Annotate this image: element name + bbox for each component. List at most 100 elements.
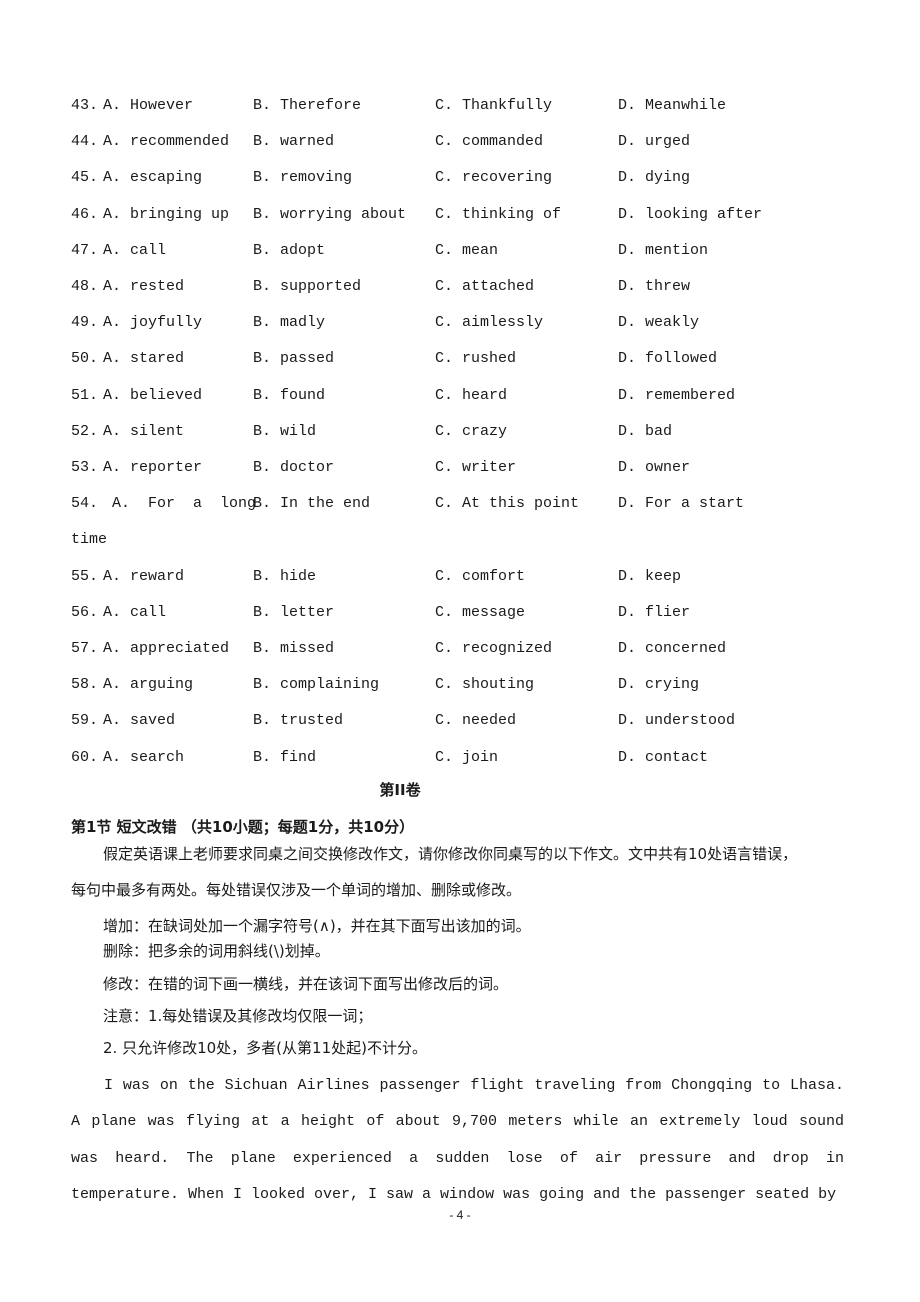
option-c: C. crazy [435, 423, 508, 440]
option-a: A. call [103, 604, 167, 621]
section-title: 第1节 短文改错 （共10小题；每题1分，共10分） [71, 818, 415, 836]
option-d: D. threw [618, 278, 691, 295]
option-a: A. silent [103, 423, 185, 440]
option-a: A. rested [103, 278, 185, 295]
option-c: C. join [435, 749, 499, 766]
option-d: D. urged [618, 133, 691, 150]
option-d: D. crying [618, 676, 700, 693]
question-number: 54. [71, 495, 99, 512]
instructions-intro-line1: 假定英语课上老师要求同桌之间交换修改作文，请你修改你同桌写的以下作文。文中共有1… [103, 845, 798, 863]
instructions-modify: 修改：在错的词下画一横线，并在该词下面写出修改后的词。 [103, 975, 509, 993]
option-d: D. contact [618, 749, 709, 766]
option-a: A. bringing up [103, 206, 230, 223]
volume-title: 第II卷 [379, 781, 421, 799]
option-d: D. followed [618, 350, 718, 367]
instructions-intro-line2: 每句中最多有两处。每处错误仅涉及一个单词的增加、删除或修改。 [71, 881, 522, 899]
option-c: C. mean [435, 242, 499, 259]
option-c: C. recovering [435, 169, 553, 186]
option-d: D. concerned [618, 640, 727, 657]
option-c: C. recognized [435, 640, 553, 657]
option-a: A. saved [103, 712, 176, 729]
option-b: B. doctor [253, 459, 335, 476]
option-c: C. needed [435, 712, 517, 729]
question-number: 58. [71, 676, 99, 693]
option-a: A. joyfully [103, 314, 203, 331]
option-a: A. stared [103, 350, 185, 367]
option-d: D. understood [618, 712, 736, 729]
option-c: C. Thankfully [435, 97, 553, 114]
option-c: C. thinking of [435, 206, 562, 223]
option-c: C. comfort [435, 568, 526, 585]
option-d: D. For a start [618, 495, 745, 512]
option-c: C. At this point [435, 495, 580, 512]
option-b: B. trusted [253, 712, 344, 729]
question-number: 55. [71, 568, 99, 585]
question-number: 53. [71, 459, 99, 476]
option-b: B. madly [253, 314, 326, 331]
option-a: A. appreciated [103, 640, 230, 657]
question-number: 48. [71, 278, 99, 295]
option-a-continuation: time [71, 531, 108, 548]
page-number: - 4 - [449, 1208, 471, 1222]
option-a: A. recommended [103, 133, 230, 150]
option-a: A. However [103, 97, 194, 114]
question-number: 56. [71, 604, 99, 621]
option-b: B. letter [253, 604, 335, 621]
option-b: B. worrying about [253, 206, 407, 223]
option-d: D. keep [618, 568, 682, 585]
option-b: B. removing [253, 169, 353, 186]
question-number: 49. [71, 314, 99, 331]
option-a: A. For a long [103, 495, 257, 512]
option-d: D. flier [618, 604, 691, 621]
option-d: D. looking after [618, 206, 763, 223]
instructions-note1: 注意：1.每处错误及其修改均仅限一词； [103, 1007, 373, 1025]
instructions-note2: 2. 只允许修改10处，多者(从第11处起)不计分。 [103, 1039, 427, 1057]
option-a: A. escaping [103, 169, 203, 186]
question-number: 45. [71, 169, 99, 186]
option-b: B. find [253, 749, 317, 766]
option-c: C. rushed [435, 350, 517, 367]
question-number: 47. [71, 242, 99, 259]
option-b: B. Therefore [253, 97, 362, 114]
document-page: 43. A. However B. Therefore C. Thankfully D.… [0, 0, 920, 1302]
option-c: C. heard [435, 387, 508, 404]
question-number: 43. [71, 97, 99, 114]
option-a: A. reward [103, 568, 185, 585]
question-number: 60. [71, 749, 99, 766]
option-a: A. arguing [103, 676, 194, 693]
option-b: B. found [253, 387, 326, 404]
option-d: D. owner [618, 459, 691, 476]
option-c: C. shouting [435, 676, 535, 693]
option-b: B. warned [253, 133, 335, 150]
option-b: B. wild [253, 423, 317, 440]
option-d: D. mention [618, 242, 709, 259]
option-a: A. search [103, 749, 185, 766]
option-d: D. remembered [618, 387, 736, 404]
option-b: B. missed [253, 640, 335, 657]
option-a: A. believed [103, 387, 203, 404]
option-b: B. supported [253, 278, 362, 295]
option-c: C. message [435, 604, 526, 621]
option-b: B. In the end [253, 495, 371, 512]
option-d: D. bad [618, 423, 673, 440]
question-number: 59. [71, 712, 99, 729]
question-number: 44. [71, 133, 99, 150]
option-d: D. Meanwhile [618, 97, 727, 114]
question-number: 51. [71, 387, 99, 404]
option-b: B. hide [253, 568, 317, 585]
option-c: C. aimlessly [435, 314, 544, 331]
option-b: B. passed [253, 350, 335, 367]
option-b: B. adopt [253, 242, 326, 259]
question-number: 46. [71, 206, 99, 223]
option-c: C. attached [435, 278, 535, 295]
option-c: C. commanded [435, 133, 544, 150]
question-number: 50. [71, 350, 99, 367]
instructions-delete: 删除：把多余的词用斜线(\)划掉。 [103, 942, 330, 960]
question-number: 57. [71, 640, 99, 657]
option-d: D. weakly [618, 314, 700, 331]
option-d: D. dying [618, 169, 691, 186]
error-correction-passage: I was on the Sichuan Airlines passenger … [71, 1077, 844, 1203]
option-c: C. writer [435, 459, 517, 476]
option-b: B. complaining [253, 676, 380, 693]
instructions-add: 增加：在缺词处加一个漏字符号(∧)，并在其下面写出该加的词。 [103, 917, 531, 935]
